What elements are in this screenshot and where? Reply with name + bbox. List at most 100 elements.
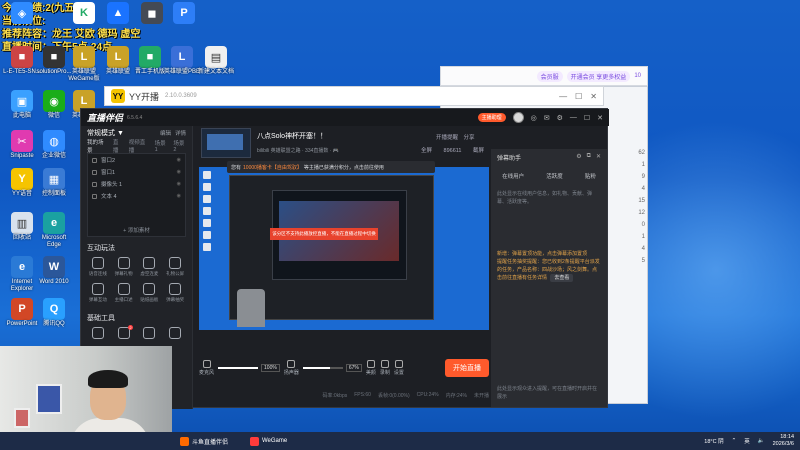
tiktok-icon[interactable] bbox=[169, 327, 182, 339]
desktop-icon[interactable]: Q 腾讯QQ bbox=[34, 298, 74, 328]
taskbar-app[interactable]: 斗鱼直播伴侣 bbox=[176, 434, 232, 448]
edit-link[interactable]: 编辑 bbox=[160, 129, 171, 137]
streamer-hair bbox=[88, 370, 128, 388]
source-item[interactable]: 摄像头 1 ◉ bbox=[88, 178, 185, 190]
checkbox-icon[interactable] bbox=[92, 181, 97, 187]
fullscreen-button[interactable]: 全屏 bbox=[421, 148, 432, 154]
ime-indicator[interactable]: 英 bbox=[744, 437, 750, 445]
source-item[interactable]: 窗口1 ◉ bbox=[88, 166, 185, 178]
interact-tool[interactable]: 礼物公屏 bbox=[162, 257, 188, 277]
settings-gear-icon[interactable]: ⚙ bbox=[557, 114, 563, 122]
browser-number: 0 bbox=[641, 222, 645, 228]
speaker-volume-slider[interactable] bbox=[302, 367, 343, 369]
view-task-button[interactable]: 去查看 bbox=[550, 274, 574, 282]
basic-tools-title: 基础工具 bbox=[87, 315, 115, 322]
tab-online-users[interactable]: 在线用户 bbox=[502, 172, 524, 180]
desktop-icon[interactable]: ▦ 控制面板 bbox=[34, 168, 74, 198]
mode-dropdown[interactable]: 常规模式 ▼ bbox=[87, 128, 124, 138]
tool-label: 弹幕抽奖 bbox=[166, 297, 185, 302]
clock[interactable]: 18:14 2026/3/6 bbox=[773, 434, 794, 448]
panel-close-icon[interactable]: ✕ bbox=[596, 153, 601, 162]
remind-button[interactable]: 开播提醒 bbox=[436, 135, 458, 141]
mic-volume-slider[interactable] bbox=[218, 367, 259, 369]
desktop-icon[interactable]: ◍ 企业微信 bbox=[34, 130, 74, 160]
source-item[interactable]: 窗口2 ◉ bbox=[88, 154, 185, 166]
desktop-icon[interactable]: ▤ 新建文本文档 bbox=[196, 46, 236, 76]
desktop-icon[interactable]: e Microsoft Edge bbox=[34, 212, 74, 249]
interact-tool[interactable]: 弹幕礼物 bbox=[111, 257, 137, 277]
speaker-icon[interactable] bbox=[287, 360, 296, 368]
interact-tool[interactable]: 虚空连麦 bbox=[137, 257, 163, 277]
stream-preview[interactable]: 该分区不支持此播放控直播，不能在直播过程中切换 bbox=[199, 167, 489, 330]
taskbar-app-icon bbox=[180, 436, 189, 446]
start-stream-button[interactable]: 开始直播 bbox=[445, 359, 489, 377]
vip-promo[interactable]: 开通会员 享更多权益 bbox=[566, 70, 631, 82]
desktop-icon[interactable]: ◈ bbox=[2, 2, 42, 24]
record-icon[interactable] bbox=[380, 360, 389, 368]
desktop-icon[interactable]: P bbox=[164, 2, 204, 24]
app-icon: W bbox=[43, 256, 65, 278]
eye-icon[interactable]: ◉ bbox=[177, 193, 181, 199]
app-brand: 直播伴侣 bbox=[87, 113, 124, 123]
panel-popout-icon[interactable]: ⧉ bbox=[587, 153, 591, 162]
stream-title[interactable]: 八点Solo神杯开塞！！ bbox=[257, 131, 327, 141]
mail-icon[interactable]: ✉ bbox=[544, 114, 550, 122]
settings-icon[interactable] bbox=[394, 360, 403, 368]
chevron-up-icon[interactable]: ⌃ bbox=[732, 438, 737, 444]
checkbox-icon[interactable] bbox=[92, 193, 97, 199]
interact-tool[interactable]: 弹幕互动 bbox=[85, 283, 111, 303]
yy-app-name: YY开播 bbox=[129, 91, 160, 102]
yy-window-titlebar[interactable]: YY YY开播 2.10.0.3609 — ☐ ✕ bbox=[104, 86, 604, 106]
interact-tool[interactable]: 贴纸画板 bbox=[137, 283, 163, 303]
maximize-button[interactable]: ☐ bbox=[575, 92, 582, 101]
app-icon: L bbox=[73, 46, 95, 68]
stream-actions-2: 全屏 896611 截屏 bbox=[421, 146, 484, 154]
user-avatar[interactable] bbox=[512, 112, 524, 123]
panel-settings-icon[interactable]: ⚙ bbox=[576, 153, 581, 162]
app-titlebar[interactable]: 直播伴侣 6.5.6.4 主播助理 ◎ ✉ ⚙ — ☐ ✕ bbox=[81, 109, 609, 126]
scene-tab[interactable]: 场景1 bbox=[155, 139, 168, 153]
vip-badge[interactable]: 会员服 bbox=[536, 70, 563, 82]
weather-widget[interactable]: 18°C 阴 bbox=[704, 437, 723, 445]
eye-icon[interactable]: ◉ bbox=[177, 157, 181, 163]
scene-tab[interactable]: 场景2 bbox=[173, 139, 186, 153]
close-button[interactable]: ✕ bbox=[590, 92, 597, 101]
source-item[interactable]: 文本 4 ◉ bbox=[88, 190, 185, 202]
maximize-button[interactable]: ☐ bbox=[584, 114, 590, 122]
assistant-badge[interactable]: 主播助理 bbox=[477, 113, 506, 122]
add-source-button[interactable]: + 添加素材 bbox=[88, 226, 185, 234]
interact-tool[interactable]: 弹幕抽奖 bbox=[162, 283, 188, 303]
eye-icon[interactable]: ◉ bbox=[177, 169, 181, 175]
minimize-button[interactable]: — bbox=[570, 114, 577, 121]
desktop-icon[interactable]: W Word 2010 bbox=[34, 256, 74, 286]
app-icon: ◉ bbox=[43, 90, 65, 112]
stream-cover-thumbnail[interactable] bbox=[201, 128, 251, 158]
close-button[interactable]: ✕ bbox=[597, 114, 603, 122]
detail-link[interactable]: 详情 bbox=[175, 129, 186, 137]
interact-tool[interactable]: 主播口述 bbox=[111, 283, 137, 303]
calendar-icon[interactable] bbox=[143, 327, 156, 339]
minimize-button[interactable]: — bbox=[559, 92, 567, 101]
checkbox-icon[interactable] bbox=[92, 157, 97, 163]
taskbar-app[interactable]: WeGame bbox=[246, 434, 291, 448]
tab-activity[interactable]: 活跃度 bbox=[546, 172, 563, 180]
volume-icon[interactable]: 🔈 bbox=[758, 438, 765, 444]
notice-bar[interactable]: 您有 10000播客卡【自由驾驭】 等主播已获满分积分，点击前往使用 bbox=[227, 161, 435, 173]
scene-tab[interactable]: 直播 bbox=[113, 138, 123, 154]
scene-tab[interactable]: 视频直播 bbox=[129, 138, 149, 154]
ai-tool-icon[interactable] bbox=[117, 325, 133, 339]
tab-fans[interactable]: 贴粉 bbox=[585, 172, 596, 180]
panel-placeholder: 此处显示在线用户信息，如礼物、贡献、弹幕、活跃度等。 bbox=[497, 191, 593, 205]
tool-label: 礼物公屏 bbox=[166, 271, 185, 276]
target-icon[interactable]: ◎ bbox=[531, 114, 537, 122]
preview-desktop-icons bbox=[203, 171, 219, 255]
eye-icon[interactable]: ◉ bbox=[177, 181, 181, 187]
share-button[interactable]: 分享 bbox=[464, 135, 475, 141]
screenshot-button[interactable]: 截屏 bbox=[473, 148, 484, 154]
beauty-icon[interactable] bbox=[366, 360, 375, 368]
interact-tool[interactable]: 语音连线 bbox=[85, 257, 111, 277]
checklist-icon[interactable] bbox=[91, 327, 104, 339]
microphone-icon[interactable] bbox=[202, 360, 211, 368]
checkbox-icon[interactable] bbox=[92, 169, 97, 175]
app-icon: ■ bbox=[139, 46, 161, 68]
